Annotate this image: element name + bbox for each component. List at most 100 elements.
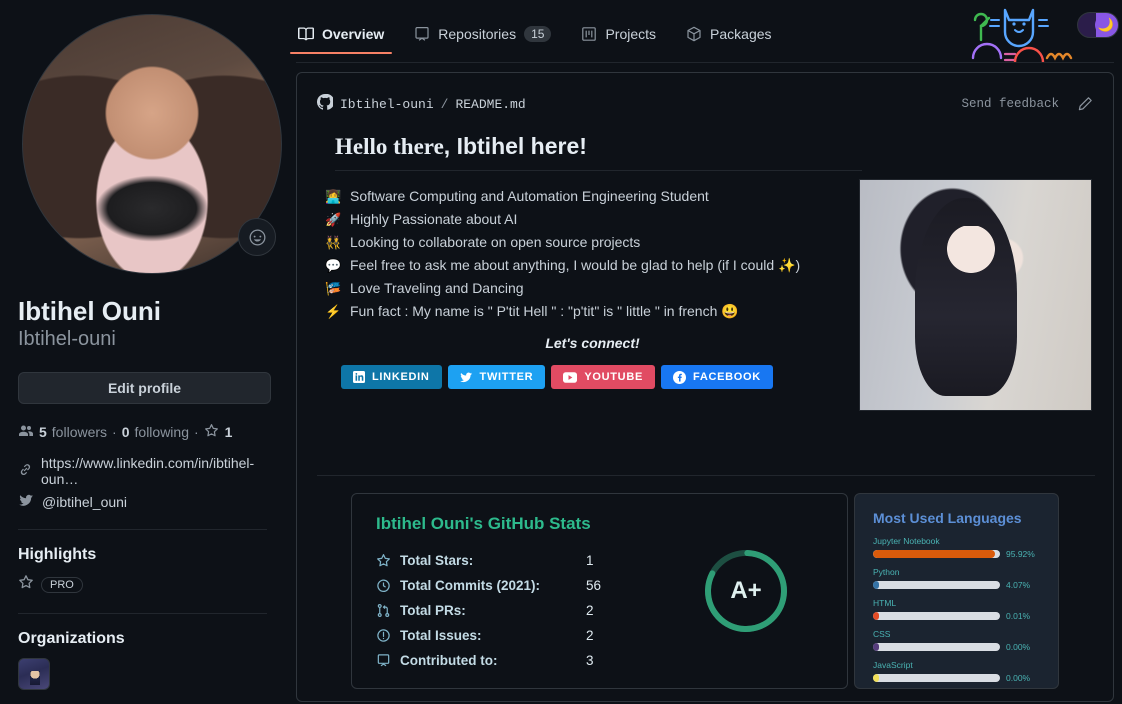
twitter-badge[interactable]: TWITTER <box>447 365 546 389</box>
linkedin-icon <box>353 371 365 383</box>
organization-avatar[interactable] <box>18 658 50 691</box>
language-percent: 4.07% <box>1006 580 1031 590</box>
rocket-icon: 🚀 <box>325 212 342 227</box>
readme-header: Ibtihel-ouni / README.md Send feedback <box>297 89 1113 119</box>
twitter-icon <box>18 493 34 511</box>
organizations-title: Organizations <box>18 630 125 648</box>
grade-ring: A+ <box>701 546 791 636</box>
carp-streamer-icon: 🎏 <box>325 281 342 296</box>
stat-value-contributed: 3 <box>586 653 594 668</box>
language-name: Python <box>873 567 900 577</box>
sidebar-divider-1 <box>18 529 267 531</box>
readme-owner[interactable]: Ibtihel-ouni <box>340 97 434 112</box>
avatar-wrap <box>22 14 282 274</box>
readme-heading-rest: , Ibtihel here! <box>443 133 587 159</box>
list-item-text: Fun fact : My name is " P'tit Hell " : "… <box>350 303 739 319</box>
language-bar-track <box>873 550 1000 558</box>
smiley-icon <box>249 229 265 245</box>
theme-toggle[interactable]: 🌙 <box>1077 12 1119 38</box>
language-bar-fill <box>873 581 879 589</box>
languages-title: Most Used Languages <box>873 510 1022 526</box>
language-bar-row: 95.92% <box>873 549 1040 559</box>
stat-label-contributed: Contributed to: <box>400 653 498 668</box>
tab-packages-label: Packages <box>710 26 772 42</box>
star-outline-icon <box>18 574 34 595</box>
linkedin-badge[interactable]: LINKEDIN <box>341 365 442 389</box>
starred-count[interactable]: 1 <box>225 424 233 440</box>
stat-label-commits: Total Commits (2021): <box>400 578 541 593</box>
profile-link[interactable]: https://www.linkedin.com/in/ibtihel-oun… <box>41 455 269 487</box>
followers-count[interactable]: 5 <box>39 424 47 440</box>
tab-overview[interactable]: Overview <box>289 20 393 54</box>
stat-label-prs: Total PRs: <box>400 603 466 618</box>
profile-name: Ibtihel Ouni <box>18 296 161 326</box>
sidebar-divider-2 <box>18 613 267 615</box>
language-bar-track <box>873 612 1000 620</box>
pr-icon <box>376 603 400 618</box>
edit-profile-button[interactable]: Edit profile <box>18 372 271 405</box>
following-count[interactable]: 0 <box>122 424 130 440</box>
repositories-count-badge: 15 <box>524 26 552 42</box>
github-profile-page: 🌙 Ibtihel Ouni Ibtihel-ouni Edit profile… <box>0 0 1122 704</box>
language-percent: 0.01% <box>1006 611 1031 621</box>
profile-link-row[interactable]: https://www.linkedin.com/in/ibtihel-oun… <box>18 455 269 487</box>
twitter-handle[interactable]: @ibtihel_ouni <box>42 494 127 510</box>
language-bar-track <box>873 643 1000 651</box>
twitter-row[interactable]: @ibtihel_ouni <box>18 493 269 511</box>
language-bar-row: 4.07% <box>873 580 1040 590</box>
dot-separator-2: · <box>194 423 199 440</box>
tab-packages[interactable]: Packages <box>684 20 773 54</box>
tab-projects[interactable]: Projects <box>579 20 658 54</box>
stat-row-contributed: Contributed to: 3 <box>376 648 823 673</box>
readme-breadcrumb: Ibtihel-ouni / README.md <box>316 93 526 114</box>
most-used-languages-card[interactable]: Most Used Languages Jupyter Notebook 95.9… <box>854 493 1059 689</box>
tab-repositories[interactable]: Repositories 15 <box>412 20 553 54</box>
language-name: Jupyter Notebook <box>873 536 940 546</box>
twitter-icon <box>459 371 473 384</box>
language-bar-track <box>873 581 1000 589</box>
language-percent: 0.00% <box>1006 673 1031 683</box>
youtube-label: YOUTUBE <box>584 371 644 383</box>
linkedin-label: LINKEDIN <box>372 371 430 383</box>
stat-label-issues: Total Issues: <box>400 628 482 643</box>
dancers-icon: 👯 <box>325 235 342 250</box>
pro-badge: PRO <box>41 576 83 593</box>
tab-projects-label: Projects <box>605 26 657 42</box>
repo-icon <box>376 653 400 668</box>
language-bar-row: 0.01% <box>873 611 1040 621</box>
youtube-icon <box>563 371 578 383</box>
readme-panel: Ibtihel-ouni / README.md Send feedback H… <box>296 72 1114 702</box>
language-name: CSS <box>873 629 891 639</box>
readme-heading-bold: Hello there <box>335 134 444 159</box>
facebook-label: FACEBOOK <box>693 371 761 383</box>
following-label[interactable]: following <box>135 424 189 440</box>
followers-label[interactable]: followers <box>52 424 107 440</box>
star-icon <box>204 423 220 441</box>
list-item-text: Highly Passionate about AI <box>350 211 518 227</box>
dot-separator-1: · <box>112 423 117 440</box>
youtube-badge[interactable]: YOUTUBE <box>551 365 656 389</box>
readme-body: Hello there, Ibtihel here! 👩‍💻 Software … <box>297 133 1113 689</box>
stat-value-stars: 1 <box>586 553 594 568</box>
github-stats-title: Ibtihel Ouni's GitHub Stats <box>376 514 591 533</box>
list-item-text: Looking to collaborate on open source pr… <box>350 234 641 250</box>
set-status-button[interactable] <box>238 218 276 256</box>
readme-filename[interactable]: README.md <box>455 97 525 112</box>
language-bar-fill <box>873 643 879 651</box>
repo-icon <box>414 26 430 42</box>
github-doodle-art <box>971 8 1073 62</box>
send-feedback-link[interactable]: Send feedback <box>961 97 1059 111</box>
github-stats-card[interactable]: Ibtihel Ouni's GitHub Stats Total Stars:… <box>351 493 848 689</box>
heading-rule <box>335 170 862 171</box>
follow-stats: 5 followers · 0 following · 1 <box>18 422 269 441</box>
issue-icon <box>376 628 400 643</box>
highlights-title: Highlights <box>18 546 97 564</box>
list-item-text: Love Traveling and Dancing <box>350 280 524 296</box>
profile-nav: Overview Repositories 15 Projects Packag… <box>289 20 774 54</box>
highlight-pro-row: PRO <box>18 574 269 595</box>
octocat-icon <box>316 93 335 114</box>
list-item-text: Software Computing and Automation Engine… <box>350 188 709 204</box>
edit-pencil-icon[interactable] <box>1077 96 1093 112</box>
facebook-badge[interactable]: FACEBOOK <box>661 365 773 389</box>
twitter-label: TWITTER <box>479 371 534 383</box>
